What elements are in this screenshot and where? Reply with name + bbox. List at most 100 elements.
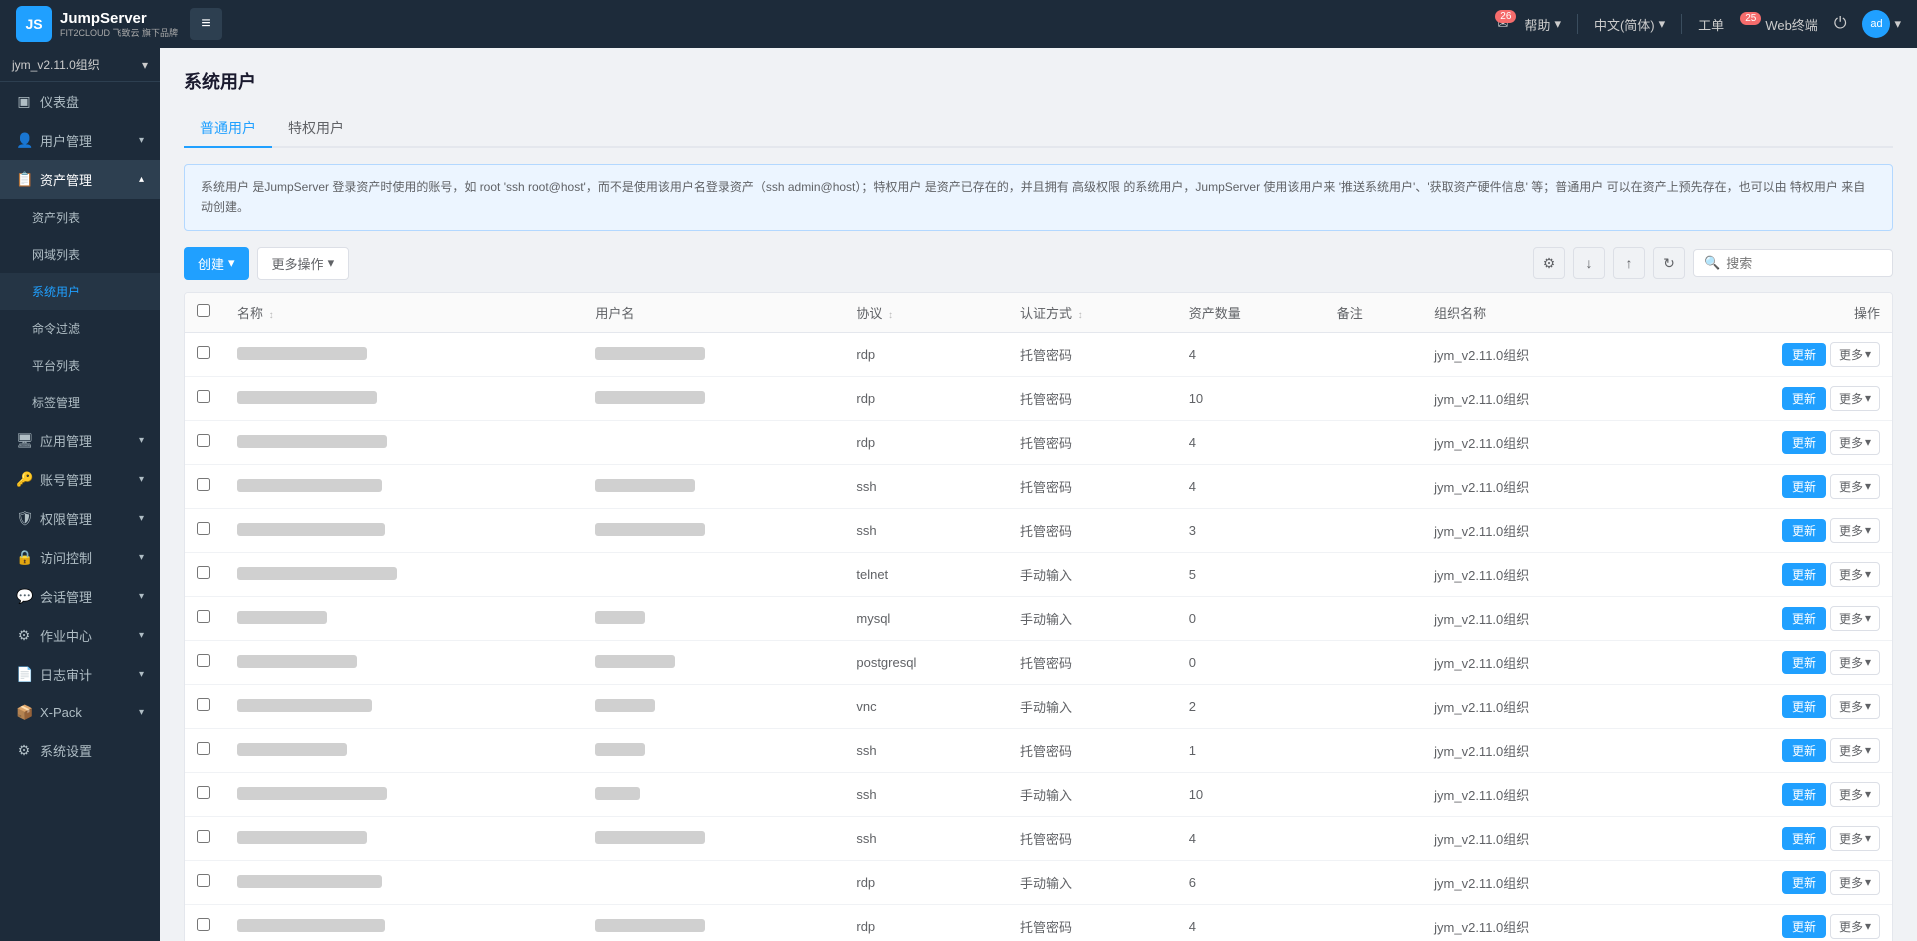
update-button[interactable]: 更新 (1782, 695, 1826, 718)
avatar-nav-item[interactable]: ad ▾ (1862, 10, 1901, 38)
sidebar-item-domain-list[interactable]: 网域列表 (0, 236, 160, 273)
select-all-checkbox[interactable] (197, 304, 210, 317)
sidebar-item-dashboard[interactable]: ▣ 仪表盘 (0, 82, 160, 121)
refresh-icon-button[interactable]: ↻ (1653, 247, 1685, 279)
sidebar-item-platform-list[interactable]: 平台列表 (0, 347, 160, 384)
web-terminal-nav-item[interactable]: 25 Web终端 (1740, 15, 1818, 34)
more-button[interactable]: 更多 ▾ (1830, 782, 1880, 807)
tools-nav-item[interactable]: 工单 (1698, 15, 1724, 34)
update-button[interactable]: 更新 (1782, 871, 1826, 894)
row-org-cell: jym_v2.11.0组织 (1422, 376, 1654, 420)
messages-nav-item[interactable]: ✉ 26 (1498, 16, 1509, 32)
sidebar-item-sys-settings[interactable]: ⚙ 系统设置 (0, 731, 160, 770)
power-nav-item[interactable]: ⏻ (1834, 15, 1847, 33)
sidebar-item-access-ctrl[interactable]: 🔒 访问控制 ▾ (0, 538, 160, 577)
upload-icon-button[interactable]: ↑ (1613, 247, 1645, 279)
update-button[interactable]: 更新 (1782, 739, 1826, 762)
row-checkbox[interactable] (197, 610, 210, 623)
row-checkbox[interactable] (197, 874, 210, 887)
menu-toggle-button[interactable]: ≡ (190, 8, 222, 40)
toolbar-left: 创建 ▾ 更多操作 ▾ (184, 247, 349, 280)
tab-privileged-user[interactable]: 特权用户 (272, 110, 360, 148)
lang-chevron-icon: ▾ (1659, 16, 1666, 32)
more-button[interactable]: 更多 ▾ (1830, 826, 1880, 851)
download-icon-button[interactable]: ↓ (1573, 247, 1605, 279)
settings-icon-button[interactable]: ⚙ (1533, 247, 1565, 279)
sidebar-item-user-mgmt[interactable]: 👤 用户管理 ▾ (0, 121, 160, 160)
update-button[interactable]: 更新 (1782, 783, 1826, 806)
row-name-cell (225, 376, 583, 420)
update-button[interactable]: 更新 (1782, 431, 1826, 454)
more-button[interactable]: 更多 ▾ (1830, 342, 1880, 367)
tab-normal-user[interactable]: 普通用户 (184, 110, 272, 148)
info-text: 系统用户 是JumpServer 登录资产时使用的账号，如 root 'ssh … (201, 180, 1865, 214)
more-button[interactable]: 更多 ▾ (1830, 386, 1880, 411)
update-button[interactable]: 更新 (1782, 519, 1826, 542)
more-button[interactable]: 更多 ▾ (1830, 606, 1880, 631)
sidebar-item-work-center[interactable]: ⚙ 作业中心 ▾ (0, 616, 160, 655)
row-name-cell (225, 596, 583, 640)
search-input[interactable] (1726, 256, 1902, 271)
sidebar-item-x-pack[interactable]: 📦 X-Pack ▾ (0, 694, 160, 731)
row-name-cell (225, 904, 583, 941)
update-button[interactable]: 更新 (1782, 827, 1826, 850)
update-button[interactable]: 更新 (1782, 343, 1826, 366)
row-checkbox[interactable] (197, 346, 210, 359)
more-button[interactable]: 更多 ▾ (1830, 914, 1880, 939)
sidebar-item-asset-list[interactable]: 资产列表 (0, 199, 160, 236)
sidebar-item-cmd-filter[interactable]: 命令过滤 (0, 310, 160, 347)
sidebar-item-asset-list-label: 资产列表 (32, 209, 80, 226)
row-name-cell (225, 728, 583, 772)
sidebar-item-label-mgmt[interactable]: 标签管理 (0, 384, 160, 421)
update-button[interactable]: 更新 (1782, 607, 1826, 630)
update-button[interactable]: 更新 (1782, 651, 1826, 674)
row-checkbox[interactable] (197, 654, 210, 667)
update-button[interactable]: 更新 (1782, 475, 1826, 498)
row-checkbox[interactable] (197, 390, 210, 403)
sidebar-item-domain-list-label: 网域列表 (32, 246, 80, 263)
row-checkbox[interactable] (197, 918, 210, 931)
more-button[interactable]: 更多 ▾ (1830, 430, 1880, 455)
row-checkbox[interactable] (197, 698, 210, 711)
row-username-cell (583, 860, 844, 904)
more-button[interactable]: 更多 ▾ (1830, 738, 1880, 763)
row-checkbox[interactable] (197, 434, 210, 447)
update-button[interactable]: 更新 (1782, 387, 1826, 410)
more-button[interactable]: 更多 ▾ (1830, 870, 1880, 895)
more-button[interactable]: 更多 ▾ (1830, 694, 1880, 719)
sidebar-item-session-mgmt[interactable]: 💬 会话管理 ▾ (0, 577, 160, 616)
sidebar-item-asset-mgmt[interactable]: 📋 资产管理 ▴ (0, 160, 160, 199)
sidebar-item-app-mgmt[interactable]: 🖥 应用管理 ▾ (0, 421, 160, 460)
row-checkbox[interactable] (197, 566, 210, 579)
user-mgmt-chevron-icon: ▾ (139, 135, 144, 146)
more-button[interactable]: 更多 ▾ (1830, 650, 1880, 675)
row-checkbox[interactable] (197, 478, 210, 491)
update-button[interactable]: 更新 (1782, 563, 1826, 586)
th-asset-count: 资产数量 (1177, 293, 1325, 333)
org-selector[interactable]: jym_v2.11.0组织 ▾ (0, 48, 160, 82)
th-remark: 备注 (1325, 293, 1422, 333)
session-mgmt-icon: 💬 (16, 588, 32, 605)
row-checkbox[interactable] (197, 786, 210, 799)
more-actions-button[interactable]: 更多操作 ▾ (257, 247, 350, 280)
help-nav-item[interactable]: 帮助 ▾ (1524, 15, 1561, 34)
more-button[interactable]: 更多 ▾ (1830, 562, 1880, 587)
row-checkbox[interactable] (197, 742, 210, 755)
sidebar-item-system-user[interactable]: 系统用户 (0, 273, 160, 310)
table-row: ssh 托管密码 3 jym_v2.11.0组织 更新 更多 ▾ (185, 508, 1892, 552)
row-auth-cell: 托管密码 (1008, 464, 1177, 508)
table-row: rdp 托管密码 4 jym_v2.11.0组织 更新 更多 ▾ (185, 332, 1892, 376)
lang-nav-item[interactable]: 中文(简体) ▾ (1594, 15, 1665, 34)
sidebar-item-perm-mgmt[interactable]: 🛡 权限管理 ▾ (0, 499, 160, 538)
row-checkbox[interactable] (197, 830, 210, 843)
more-button[interactable]: 更多 ▾ (1830, 474, 1880, 499)
sidebar-item-audit-log[interactable]: 📄 日志审计 ▾ (0, 655, 160, 694)
sidebar-item-account-mgmt[interactable]: 🔑 账号管理 ▾ (0, 460, 160, 499)
more-button[interactable]: 更多 ▾ (1830, 518, 1880, 543)
asset-mgmt-icon: 📋 (16, 171, 32, 188)
account-mgmt-chevron-icon: ▾ (139, 474, 144, 485)
row-checkbox[interactable] (197, 522, 210, 535)
update-button[interactable]: 更新 (1782, 915, 1826, 938)
create-button[interactable]: 创建 ▾ (184, 247, 249, 280)
th-checkbox (185, 293, 225, 333)
